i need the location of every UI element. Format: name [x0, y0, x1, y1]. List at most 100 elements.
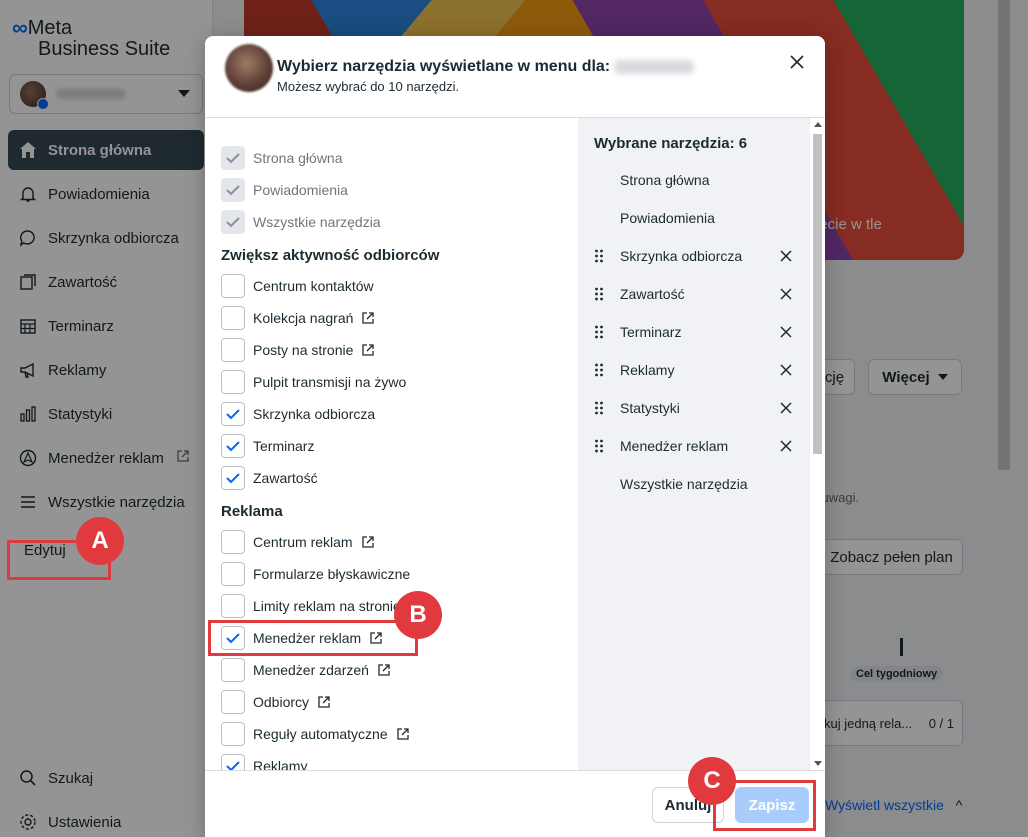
selected-tool-item[interactable]: Reklamy — [594, 358, 794, 382]
check-icon — [226, 473, 240, 484]
tool-option-ad-center[interactable]: Centrum reklam — [221, 529, 375, 555]
remove-icon[interactable] — [778, 362, 794, 378]
tool-option-label: Reklamy — [253, 758, 308, 770]
scroll-down-arrow-icon[interactable] — [814, 761, 822, 766]
checkbox-checked[interactable] — [221, 402, 245, 426]
tool-option-contacts-center[interactable]: Centrum kontaktów — [221, 273, 374, 299]
selected-tool-label: Strona główna — [620, 172, 710, 188]
tool-option-label: Centrum kontaktów — [253, 278, 374, 294]
tool-option-label: Limity reklam na stronie — [253, 598, 401, 614]
tool-option-recordings[interactable]: Kolekcja nagrań — [221, 305, 375, 331]
external-link-icon — [317, 695, 331, 709]
tool-option-live-dashboard[interactable]: Pulpit transmisji na żywo — [221, 369, 406, 395]
check-icon — [226, 185, 240, 196]
tool-option-audiences[interactable]: Odbiorcy — [221, 689, 331, 715]
external-link-icon — [361, 311, 375, 325]
tool-option-label: Centrum reklam — [253, 534, 353, 550]
section-heading-engage: Zwiększ aktywność odbiorców — [221, 247, 440, 264]
close-button[interactable] — [787, 52, 807, 72]
drag-handle-icon[interactable] — [594, 438, 604, 454]
remove-icon[interactable] — [778, 324, 794, 340]
tool-option-label: Powiadomienia — [253, 182, 348, 198]
selected-tools-title: Wybrane narzędzia: 6 — [594, 135, 748, 152]
tool-option-events-manager[interactable]: Menedżer zdarzeń — [221, 657, 391, 683]
check-icon — [226, 409, 240, 420]
tool-option-label: Wszystkie narzędzia — [253, 214, 381, 230]
remove-icon[interactable] — [778, 248, 794, 264]
selected-tool-item[interactable]: Statystyki — [594, 396, 794, 420]
annotation-marker-a: A — [76, 517, 124, 565]
checkbox[interactable] — [221, 306, 245, 330]
tool-option-label: Menedżer zdarzeń — [253, 662, 369, 678]
selected-tool-item: Strona główna — [594, 168, 794, 192]
selected-tools-panel: Wybrane narzędzia: 6 Strona główna Powia… — [578, 118, 810, 770]
checkbox[interactable] — [221, 530, 245, 554]
checkbox[interactable] — [221, 594, 245, 618]
checkbox[interactable] — [221, 338, 245, 362]
tool-option-automated-rules[interactable]: Reguły automatyczne — [221, 721, 410, 747]
tool-option-label: Reguły automatyczne — [253, 726, 388, 742]
selected-tool-item[interactable]: Terminarz — [594, 320, 794, 344]
selected-tool-label: Powiadomienia — [620, 210, 715, 226]
checkbox-disabled-checked — [221, 210, 245, 234]
checkbox-checked[interactable] — [221, 434, 245, 458]
tool-option-page-posts[interactable]: Posty na stronie — [221, 337, 375, 363]
selected-tool-item[interactable]: Zawartość — [594, 282, 794, 306]
selected-tool-label: Terminarz — [620, 324, 682, 340]
checkbox[interactable] — [221, 690, 245, 714]
checkbox-checked[interactable] — [221, 754, 245, 770]
annotation-letter: B — [409, 601, 427, 628]
checkbox[interactable] — [221, 722, 245, 746]
selected-tool-item[interactable]: Skrzynka odbiorcza — [594, 244, 794, 268]
tools-list: Strona główna Powiadomienia Wszystkie na… — [205, 118, 578, 770]
drag-handle-icon[interactable] — [594, 324, 604, 340]
remove-icon[interactable] — [778, 286, 794, 302]
tool-option-ads[interactable]: Reklamy — [221, 753, 307, 770]
tool-option-label: Odbiorcy — [253, 694, 310, 710]
check-icon — [226, 441, 240, 452]
tool-option-inbox[interactable]: Skrzynka odbiorcza — [221, 401, 375, 427]
selected-tool-label: Skrzynka odbiorcza — [620, 248, 743, 264]
check-icon — [226, 153, 240, 164]
remove-icon[interactable] — [778, 438, 794, 454]
selected-tool-item[interactable]: Menedżer reklam — [594, 434, 794, 458]
annotation-marker-b: B — [394, 591, 442, 639]
scroll-up-arrow-icon[interactable] — [814, 122, 822, 127]
tool-option-instant-forms[interactable]: Formularze błyskawiczne — [221, 561, 410, 587]
tool-option-planner[interactable]: Terminarz — [221, 433, 314, 459]
checkbox-checked[interactable] — [221, 466, 245, 490]
highlight-box-ads-manager — [208, 620, 418, 656]
drag-handle-icon[interactable] — [594, 286, 604, 302]
external-link-icon — [361, 343, 375, 357]
tool-option-label: Formularze błyskawiczne — [253, 566, 411, 582]
selected-tool-item: Powiadomienia — [594, 206, 794, 230]
selected-tool-label: Zawartość — [620, 286, 685, 302]
external-link-icon — [361, 535, 375, 549]
checkbox[interactable] — [221, 562, 245, 586]
dialog-title-text: Wybierz narzędzia wyświetlane w menu dla… — [277, 58, 611, 75]
drag-handle-icon[interactable] — [594, 248, 604, 264]
selected-tool-item: Wszystkie narzędzia — [594, 472, 794, 496]
dialog-subtitle: Możesz wybrać do 10 narzędzi. — [277, 79, 460, 94]
remove-icon[interactable] — [778, 400, 794, 416]
dialog-scrollbar-thumb[interactable] — [813, 134, 822, 454]
dialog-header: Wybierz narzędzia wyświetlane w menu dla… — [205, 36, 825, 118]
tool-option-home: Strona główna — [221, 145, 343, 171]
tool-option-ad-limits[interactable]: Limity reklam na stronie — [221, 593, 401, 619]
page-avatar — [225, 44, 273, 92]
selected-tool-label: Menedżer reklam — [620, 438, 729, 454]
dialog-title: Wybierz narzędzia wyświetlane w menu dla… — [277, 58, 695, 76]
drag-handle-icon[interactable] — [594, 362, 604, 378]
checkbox[interactable] — [221, 658, 245, 682]
dialog-scrollbar[interactable] — [810, 118, 825, 770]
selected-tool-label: Wszystkie narzędzia — [620, 476, 748, 492]
tool-option-label: Skrzynka odbiorcza — [253, 406, 376, 422]
tool-option-content[interactable]: Zawartość — [221, 465, 318, 491]
checkbox-disabled-checked — [221, 178, 245, 202]
external-link-icon — [377, 663, 391, 677]
checkbox[interactable] — [221, 370, 245, 394]
checkbox[interactable] — [221, 274, 245, 298]
selected-tool-label: Reklamy — [620, 362, 675, 378]
drag-handle-icon[interactable] — [594, 400, 604, 416]
tool-option-label: Pulpit transmisji na żywo — [253, 374, 407, 390]
